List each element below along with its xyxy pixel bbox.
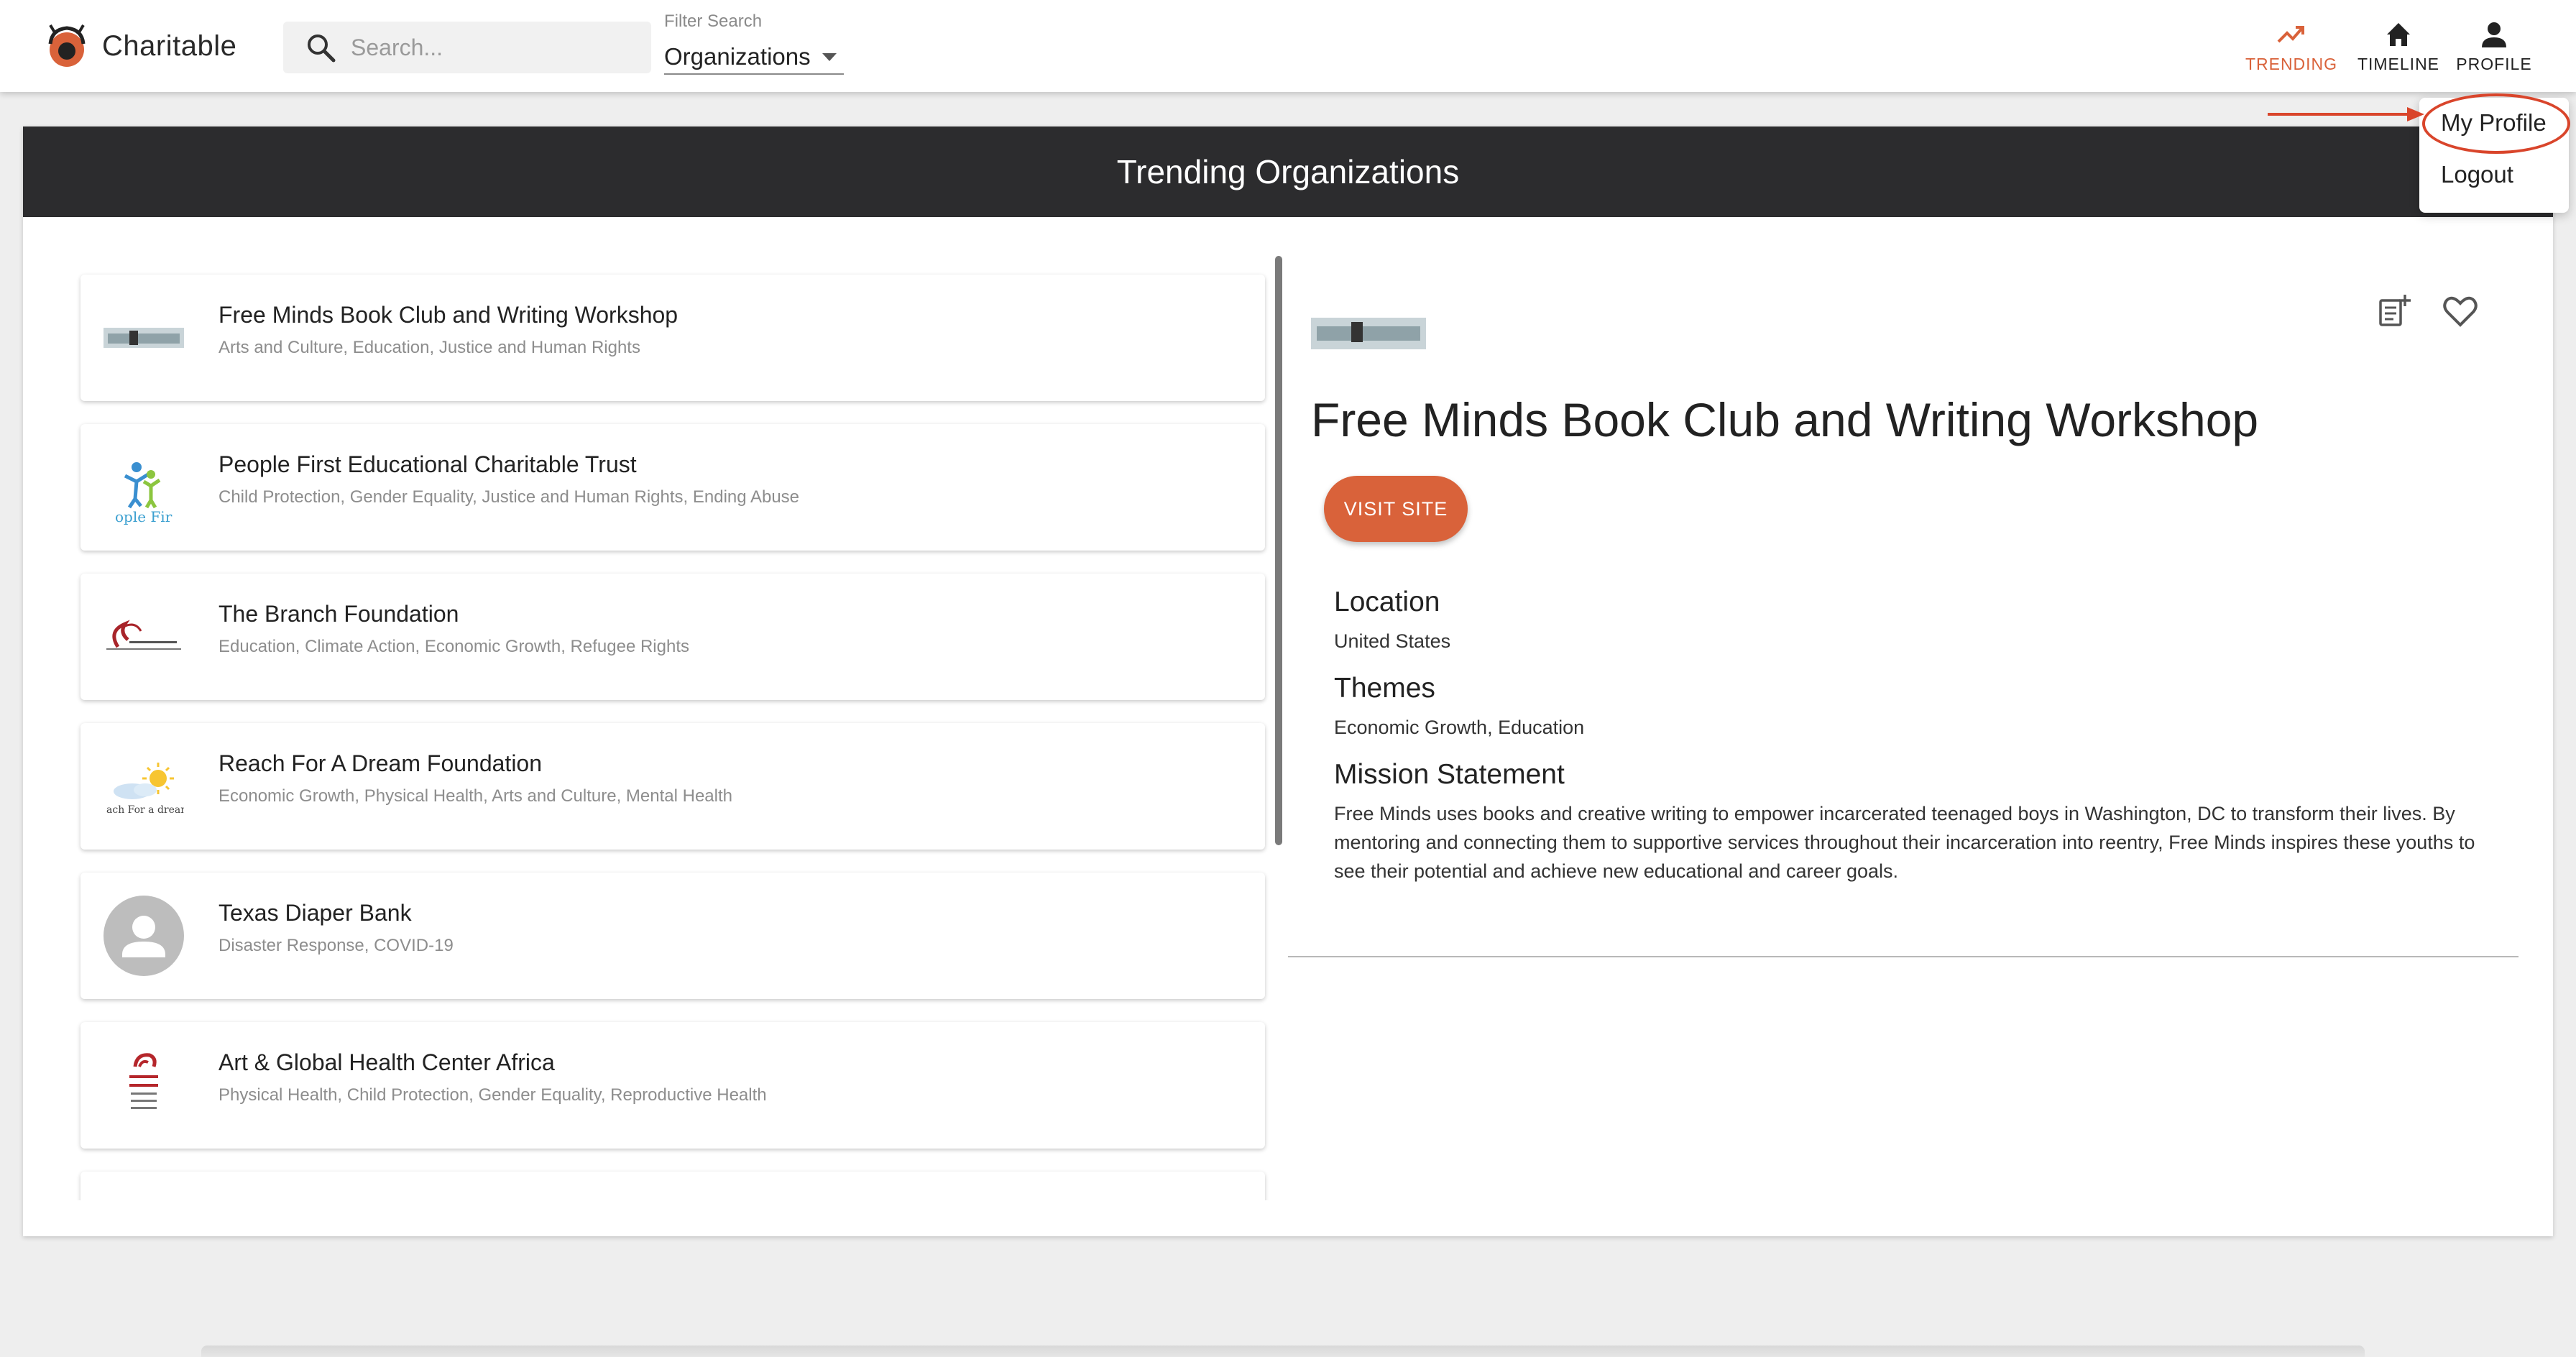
org-logo: ach For a dream [104,746,184,827]
list-item[interactable]: ach For a dream Reach For A Dream Founda… [80,723,1265,850]
bottom-edge [201,1346,2365,1357]
annotation-arrow-icon [2268,107,2424,121]
org-name: Texas Diaper Bank [218,900,412,926]
nav-trending-label: TRENDING [2245,54,2338,73]
org-logo: ople Fir [104,447,184,528]
search-box[interactable] [283,22,651,73]
org-tags: Economic Growth, Physical Health, Arts a… [218,786,732,806]
list-item[interactable] [80,1172,1265,1200]
org-logo [104,896,184,976]
org-tags: Disaster Response, COVID-19 [218,936,454,955]
trending-up-icon [2277,25,2304,42]
list-item[interactable]: The Branch Foundation Education, Climate… [80,574,1265,700]
org-tags: Education, Climate Action, Economic Grow… [218,637,689,656]
nav-timeline-label: TIMELINE [2357,54,2440,73]
heart-icon[interactable] [2441,292,2480,331]
themes-heading: Themes [1334,673,1435,704]
menu-item-logout[interactable]: Logout [2441,161,2513,188]
reach-logo-text: ach For a dream [106,804,184,816]
organization-title: Free Minds Book Club and Writing Worksho… [1311,393,2259,446]
org-tags: Child Protection, Gender Equality, Justi… [218,487,800,507]
mission-heading: Mission Statement [1334,759,1565,790]
org-tags: Arts and Culture, Education, Justice and… [218,338,640,357]
reach-for-a-dream-logo-icon: ach For a dream [106,763,184,816]
art-global-health-logo-icon [129,1053,158,1109]
list-item[interactable]: Free Minds Book Club and Writing Worksho… [80,275,1265,401]
caret-down-icon [822,52,837,61]
org-tags: Physical Health, Child Protection, Gende… [218,1085,767,1105]
org-name: The Branch Foundation [218,601,459,627]
branch-foundation-logo-icon [106,620,181,650]
charitable-logo-icon [48,24,86,67]
default-avatar-icon [104,896,184,976]
org-name: Art & Global Health Center Africa [218,1049,555,1075]
org-name: People First Educational Charitable Trus… [218,451,637,477]
people-first-logo-text: ople Fir [115,508,172,525]
nav-trending[interactable]: TRENDING [2241,10,2342,82]
filter-label: Filter Search [664,12,763,31]
organization-detail: Free Minds Book Club and Writing Worksho… [1288,256,2518,957]
filter-select[interactable]: Organizations [664,40,844,75]
list-item[interactable]: Art & Global Health Center Africa Physic… [80,1022,1265,1149]
people-first-logo-icon: ople Fir [115,462,172,525]
filter-value: Organizations [664,43,811,70]
org-logo [104,298,184,378]
list-scrollbar[interactable] [1275,256,1282,845]
person-icon [2482,22,2506,47]
app-name: Charitable [102,29,237,62]
nav-profile-label: PROFILE [2456,54,2532,73]
visit-site-button[interactable]: VISIT SITE [1324,476,1468,542]
org-logo [104,597,184,677]
organization-list[interactable]: Free Minds Book Club and Writing Worksho… [72,259,1278,1200]
annotation-highlight-ellipse [2422,93,2570,154]
location-value: United States [1334,630,1451,652]
page-banner: Trending Organizations [23,126,2553,217]
add-to-list-icon[interactable] [2375,292,2414,331]
free-minds-logo-icon [104,328,184,348]
mission-text: Free Minds uses books and creative writi… [1334,803,2475,882]
brand[interactable]: Charitable [45,20,236,72]
page-title: Trending Organizations [1116,153,1460,190]
org-logo [104,1045,184,1126]
list-item[interactable]: Texas Diaper Bank Disaster Response, COV… [80,873,1265,999]
search-input[interactable] [351,34,624,61]
org-name: Reach For A Dream Foundation [218,750,543,776]
themes-value: Economic Growth, Education [1334,717,1585,738]
nav-profile[interactable]: PROFILE [2451,10,2537,82]
list-item[interactable]: ople Fir People First Educational Charit… [80,424,1265,551]
search-icon [308,34,336,63]
org-name: Free Minds Book Club and Writing Worksho… [218,302,678,328]
free-minds-image [1311,318,1426,349]
filter-search[interactable]: Filter Search Organizations [664,12,844,79]
location-heading: Location [1334,586,1440,617]
nav-timeline[interactable]: TIMELINE [2352,10,2445,82]
home-icon [2387,22,2410,46]
app-bar: Charitable Filter Search Organizations T… [0,0,2576,92]
